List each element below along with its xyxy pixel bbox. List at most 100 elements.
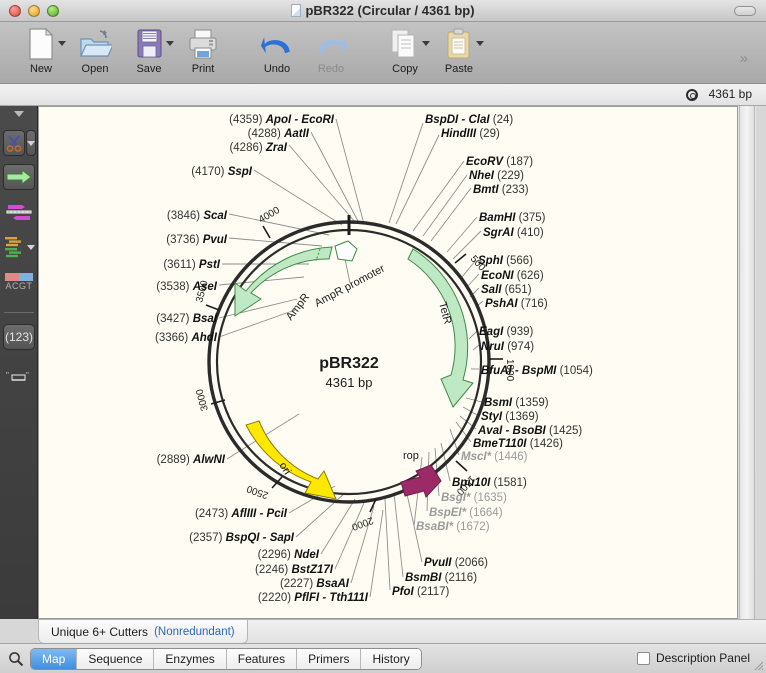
site-label-econi: EcoNI (626) bbox=[481, 270, 544, 282]
site-label-bspdi-clai: BspDI - ClaI (24) bbox=[425, 114, 513, 126]
sequence-length-label: 4361 bp bbox=[708, 87, 752, 101]
redo-arrow-icon bbox=[313, 27, 349, 61]
palette-item-green-arrow[interactable] bbox=[3, 164, 35, 190]
copy-button[interactable]: Copy bbox=[378, 24, 432, 75]
site-label-bsabi: BsaBI* (1672) bbox=[416, 521, 490, 533]
description-panel-toggle[interactable]: Description Panel bbox=[636, 651, 750, 665]
tick-label-2000: 2000 bbox=[350, 514, 375, 532]
site-label-sali: SalI (651) bbox=[481, 284, 532, 296]
site-label-bmti: BmtI (233) bbox=[473, 184, 529, 196]
site-label-bamhi: BamHI (375) bbox=[479, 212, 546, 224]
magnifier-icon bbox=[9, 652, 24, 667]
site-label-sphi: SphI (566) bbox=[478, 255, 533, 267]
new-button[interactable]: New bbox=[14, 24, 68, 75]
site-label-ndei: (2296) NdeI bbox=[258, 549, 320, 561]
feature-ampr-promoter bbox=[334, 240, 358, 262]
site-label-bfuai-bspmi: BfuAI - BspMI (1054) bbox=[481, 365, 593, 377]
main-toolbar: New Open Save Print Undo Redo Copy Paste… bbox=[0, 22, 766, 84]
palette-item-alignment[interactable] bbox=[2, 234, 28, 260]
site-label-afliii-pcii: (2473) AflIII - PciI bbox=[195, 508, 288, 520]
site-label-bsmi: BsmI (1359) bbox=[484, 397, 549, 409]
feature-arrow-tetr bbox=[407, 248, 474, 408]
palette-item-acgt[interactable]: ACGT bbox=[3, 269, 35, 295]
site-label-bmet110i: BmeT110I (1426) bbox=[473, 438, 563, 450]
new-menu-chevron-icon[interactable] bbox=[58, 41, 66, 46]
description-panel-checkbox[interactable] bbox=[636, 651, 650, 665]
site-label-hindiii: HindIII (29) bbox=[441, 128, 500, 140]
palette-item-scissors[interactable] bbox=[3, 130, 25, 156]
site-label-psti: (3611) PstI bbox=[163, 259, 220, 271]
site-label-pvuii: PvuII (2066) bbox=[424, 557, 488, 569]
site-label-pshai: PshAI (716) bbox=[485, 298, 548, 310]
palette-item-numbering[interactable]: (123) bbox=[3, 324, 35, 350]
site-label-scai: (3846) ScaI bbox=[167, 210, 228, 222]
site-label-pflfi-tth111i: (2220) PflFI - Tth111I bbox=[258, 592, 369, 604]
tools-palette: ACGT (123) " " bbox=[0, 106, 38, 619]
open-button-label: Open bbox=[81, 63, 109, 75]
feature-label-ampr-promoter: AmpR promoter bbox=[313, 262, 387, 309]
save-button[interactable]: Save bbox=[122, 24, 176, 75]
site-label-bpu10i: Bpu10I (1581) bbox=[452, 477, 527, 489]
svg-text:": " bbox=[6, 372, 9, 380]
resize-grip-icon[interactable] bbox=[752, 659, 764, 671]
search-button[interactable] bbox=[8, 651, 24, 672]
tab-map[interactable]: Map bbox=[31, 649, 78, 669]
site-label-pfoi: PfoI (2117) bbox=[392, 586, 449, 598]
tab-history[interactable]: History bbox=[361, 649, 421, 669]
feature-label-rop: rop bbox=[403, 450, 419, 462]
site-label-bsai: (3427) BsaI bbox=[156, 313, 218, 325]
application-window: pBR322 (Circular / 4361 bp) New Open Sav… bbox=[0, 0, 766, 673]
site-label-sgrai: SgrAI (410) bbox=[483, 227, 544, 239]
palette-alignment-menu-icon[interactable] bbox=[27, 245, 35, 250]
print-button[interactable]: Print bbox=[176, 24, 230, 75]
palette-numbering-label: (123) bbox=[4, 330, 33, 344]
vertical-scrollbar[interactable] bbox=[739, 106, 755, 619]
alignment-icon bbox=[5, 237, 21, 258]
toolbar-overflow-button[interactable]: » bbox=[740, 50, 748, 67]
enzyme-filter-tab[interactable]: Unique 6+ Cutters (Nonredundant) bbox=[38, 620, 248, 644]
site-label-aatii: (4288) AatII bbox=[248, 128, 310, 140]
site-label-eagi: EagI (939) bbox=[479, 326, 534, 338]
copy-menu-chevron-icon[interactable] bbox=[422, 41, 430, 46]
site-label-pvui: (3736) PvuI bbox=[166, 234, 228, 246]
svg-text:": " bbox=[26, 372, 29, 380]
tab-enzymes[interactable]: Enzymes bbox=[154, 649, 227, 669]
site-label-ahdi: (3366) AhdI bbox=[155, 332, 218, 344]
plasmid-map-svg: 500 1000 1500 2000 2500 3000 3500 4000 A… bbox=[155, 114, 593, 604]
clipboard-icon bbox=[444, 27, 474, 61]
toolbar-toggle-button[interactable] bbox=[734, 6, 756, 16]
site-label-styi: StyI (1369) bbox=[481, 411, 539, 423]
site-label-bspei: BspEI* (1664) bbox=[429, 507, 503, 519]
open-button[interactable]: Open bbox=[68, 24, 122, 75]
new-button-label: New bbox=[29, 63, 52, 75]
paste-button[interactable]: Paste bbox=[432, 24, 486, 75]
linear-map-icon: " " bbox=[6, 372, 29, 381]
redo-button[interactable]: Redo bbox=[304, 24, 358, 75]
map-status-row: Unique 6+ Cutters (Nonredundant) bbox=[38, 619, 766, 644]
plasmid-name: pBR322 bbox=[319, 355, 379, 372]
acgt-icon bbox=[5, 273, 33, 281]
paste-menu-chevron-icon[interactable] bbox=[476, 41, 484, 46]
site-label-ecorv: EcoRV (187) bbox=[466, 156, 533, 168]
site-label-asei: (3538) AseI bbox=[156, 281, 218, 293]
undo-button[interactable]: Undo bbox=[250, 24, 304, 75]
site-label-bsgi: BsgI* (1635) bbox=[441, 492, 507, 504]
palette-scissors-menu[interactable] bbox=[26, 130, 36, 156]
feature-label-ampr: AmpR bbox=[284, 291, 312, 323]
site-label-bstz17i: (2246) BstZ17I bbox=[255, 564, 334, 576]
save-menu-chevron-icon[interactable] bbox=[166, 41, 174, 46]
site-label-sspi: (4170) SspI bbox=[191, 166, 253, 178]
palette-collapse-icon[interactable] bbox=[14, 111, 24, 117]
plasmid-map-canvas[interactable]: 500 1000 1500 2000 2500 3000 3500 4000 A… bbox=[38, 106, 738, 619]
floppy-disk-icon bbox=[134, 27, 164, 61]
tab-sequence[interactable]: Sequence bbox=[77, 649, 155, 669]
tab-primers[interactable]: Primers bbox=[297, 649, 362, 669]
site-label-bspqi-sapi: (2357) BspQI - SapI bbox=[189, 532, 295, 544]
tab-features[interactable]: Features bbox=[226, 649, 298, 669]
palette-item-primers[interactable] bbox=[3, 200, 35, 224]
plasmid-length: 4361 bp bbox=[326, 375, 373, 390]
palette-item-linear-map[interactable]: " " bbox=[3, 368, 35, 388]
green-arrow-icon bbox=[6, 169, 32, 185]
site-label-zrai: (4286) ZraI bbox=[229, 142, 287, 154]
feature-arrow-rop bbox=[400, 464, 442, 498]
